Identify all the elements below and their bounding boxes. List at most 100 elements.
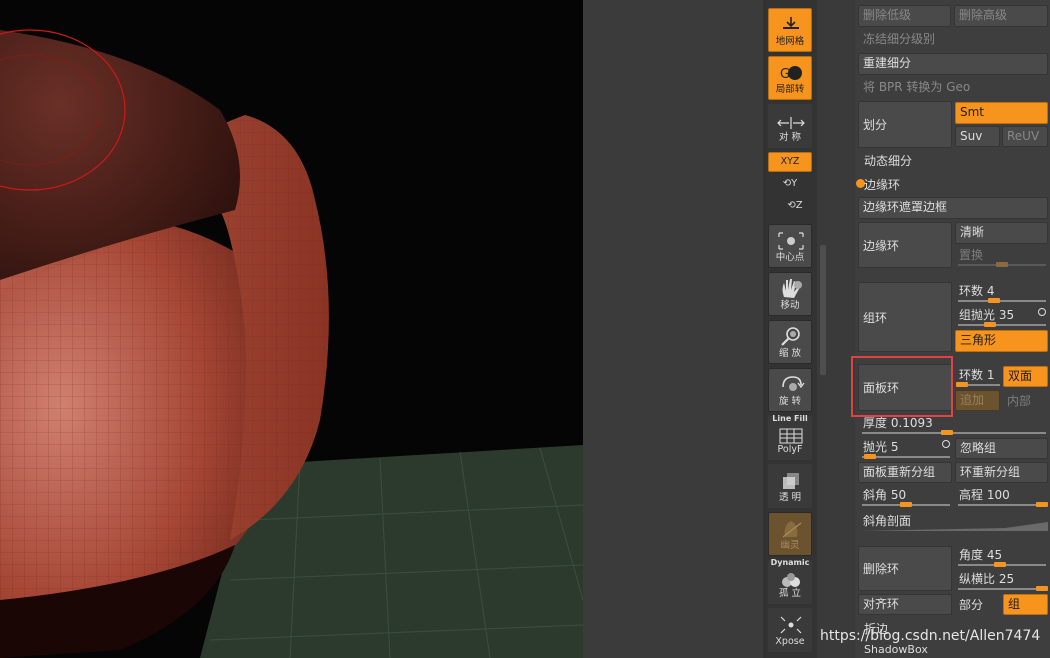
- polyf-button[interactable]: Line Fill PolyF: [768, 414, 812, 460]
- double-toggle[interactable]: 双面: [1003, 366, 1048, 387]
- 3d-viewport[interactable]: [0, 0, 583, 658]
- edge-loop-button[interactable]: 边缘环: [858, 222, 952, 268]
- thickness-slider-knob[interactable]: [941, 430, 953, 435]
- delete-lower-button[interactable]: 删除低级: [858, 5, 951, 27]
- aspect-slider-label: 纵横比 25: [959, 572, 1015, 586]
- shadowbox-header[interactable]: ShadowBox: [864, 643, 928, 656]
- delete-higher-button[interactable]: 删除高级: [954, 5, 1048, 27]
- append-toggle[interactable]: 追加: [955, 390, 1000, 411]
- edge-loop-masked-border-button[interactable]: 边缘环遮罩边框: [858, 197, 1048, 219]
- shelf-scrollbar[interactable]: [820, 245, 826, 375]
- divide-label: 划分: [863, 118, 888, 132]
- local-label: 局部转: [775, 84, 805, 95]
- partial-toggle[interactable]: 部分: [959, 596, 983, 613]
- linefill-label: Line Fill: [772, 414, 808, 423]
- transparency-icon: [769, 469, 811, 491]
- group-polish-slider[interactable]: [958, 324, 1046, 326]
- dynamic-subdiv-header[interactable]: 动态细分: [864, 152, 912, 169]
- thickness-slider-label: 厚度 0.1093: [863, 416, 933, 430]
- freeze-subdiv-button[interactable]: 冻结细分级别: [858, 29, 1048, 51]
- symmetry-button[interactable]: 对 称: [768, 104, 812, 148]
- divide-button[interactable]: 划分: [858, 101, 952, 148]
- suv-toggle[interactable]: Suv: [955, 126, 1000, 147]
- angle-slider-knob[interactable]: [994, 562, 1006, 567]
- elevation-slider[interactable]: [958, 504, 1046, 506]
- edge-loop-header[interactable]: 边缘环: [864, 176, 900, 193]
- move-button[interactable]: 移动: [768, 272, 812, 316]
- bevel-slider-knob[interactable]: [900, 502, 912, 507]
- svg-text:G: G: [780, 67, 790, 82]
- polish-slider-knob[interactable]: [864, 454, 876, 459]
- bevel-slider-label: 斜角 50: [863, 488, 907, 502]
- loops-slider[interactable]: [958, 300, 1046, 302]
- loop-regroup-toggle[interactable]: 环重新分组: [955, 462, 1048, 483]
- group-loops-label: 组环: [863, 310, 888, 325]
- delete-loops-button[interactable]: 删除环: [858, 546, 952, 591]
- floor-icon: [769, 13, 811, 35]
- mesh-render: [0, 29, 583, 658]
- rotate-button[interactable]: 旋 转: [768, 368, 812, 412]
- frame-label: 中心点: [775, 252, 805, 263]
- symmetry-arrows-icon: [769, 109, 811, 131]
- reuv-button[interactable]: ReUV: [1002, 126, 1048, 147]
- transp-label: 透 明: [778, 492, 802, 503]
- solo-label: 孤 立: [778, 588, 802, 599]
- frame-icon: [769, 229, 811, 251]
- group-polish-slider-knob[interactable]: [984, 322, 996, 327]
- xyz-button[interactable]: XYZ: [768, 152, 812, 172]
- canvas-margin: [583, 0, 763, 658]
- xyz-label: XYZ: [780, 156, 800, 167]
- aspect-slider[interactable]: [958, 588, 1046, 590]
- z-axis-label: Z: [795, 200, 803, 211]
- scale-label: 缩 放: [778, 348, 802, 359]
- symmetry-label: 对 称: [778, 132, 802, 143]
- polish-mode-circle-icon[interactable]: [942, 440, 950, 448]
- xpose-button[interactable]: Xpose: [768, 608, 812, 652]
- triangles-toggle[interactable]: 三角形: [955, 330, 1048, 352]
- magnifier-icon: [769, 325, 811, 347]
- edge-loop-label: 边缘环: [863, 238, 900, 253]
- frame-button[interactable]: 中心点: [768, 224, 812, 268]
- solo-button[interactable]: Dynamic 孤 立: [768, 558, 812, 604]
- angle-slider-label: 角度 45: [959, 548, 1003, 562]
- panel-loops-count-label: 环数 1: [959, 368, 995, 382]
- scale-button[interactable]: 缩 放: [768, 320, 812, 364]
- loops-slider-knob[interactable]: [988, 298, 1000, 303]
- floor-label: 地网格: [775, 36, 805, 47]
- xpose-icon: [769, 613, 811, 635]
- panel-regroup-toggle[interactable]: 面板重新分组: [858, 462, 952, 483]
- ghost-button[interactable]: 幽灵: [768, 512, 812, 556]
- transp-button[interactable]: 透 明: [768, 464, 812, 508]
- z-rotate-icon[interactable]: ⟲Z: [785, 200, 805, 218]
- rotate-label: 旋 转: [778, 396, 802, 407]
- groups-toggle[interactable]: 组: [1003, 594, 1048, 615]
- y-axis-label: Y: [791, 178, 798, 189]
- elevation-slider-knob[interactable]: [1036, 502, 1048, 507]
- polyf-label: PolyF: [777, 444, 803, 455]
- ignore-groups-toggle[interactable]: 忽略组: [955, 438, 1048, 459]
- local-symmetry-icon: G: [769, 61, 811, 83]
- loops-slider-label: 环数 4: [959, 284, 995, 298]
- y-rotate-icon[interactable]: ⟲Y: [780, 178, 800, 196]
- group-polish-slider-label: 组抛光 35: [959, 308, 1015, 322]
- smt-toggle[interactable]: Smt: [955, 102, 1048, 124]
- bevel-profile-curve[interactable]: [860, 518, 1050, 532]
- thickness-slider[interactable]: [862, 432, 1046, 434]
- displace-slider-label: 置换: [959, 248, 984, 262]
- ghost-label: 幽灵: [780, 540, 800, 551]
- displace-slider-knob[interactable]: [996, 262, 1008, 267]
- group-loops-button[interactable]: 组环: [858, 282, 952, 352]
- aspect-slider-knob[interactable]: [1036, 586, 1048, 591]
- align-loops-button[interactable]: 对齐环: [858, 594, 952, 615]
- panel-loops-count-knob[interactable]: [956, 382, 968, 387]
- polish-slider-label: 抛光 5: [863, 440, 899, 454]
- panel-loops-highlight: [851, 356, 953, 417]
- dynamic-label: Dynamic: [770, 558, 810, 567]
- crisp-toggle[interactable]: 清晰: [955, 222, 1048, 244]
- floor-button[interactable]: 地网格: [768, 8, 812, 52]
- inner-toggle[interactable]: 内部: [1007, 392, 1031, 409]
- bpr-to-geo-button[interactable]: 将 BPR 转换为 Geo: [858, 77, 1048, 99]
- local-button[interactable]: G 局部转: [768, 56, 812, 100]
- polish-circle-icon[interactable]: [1038, 308, 1046, 316]
- reconstruct-subdiv-button[interactable]: 重建细分: [858, 53, 1048, 75]
